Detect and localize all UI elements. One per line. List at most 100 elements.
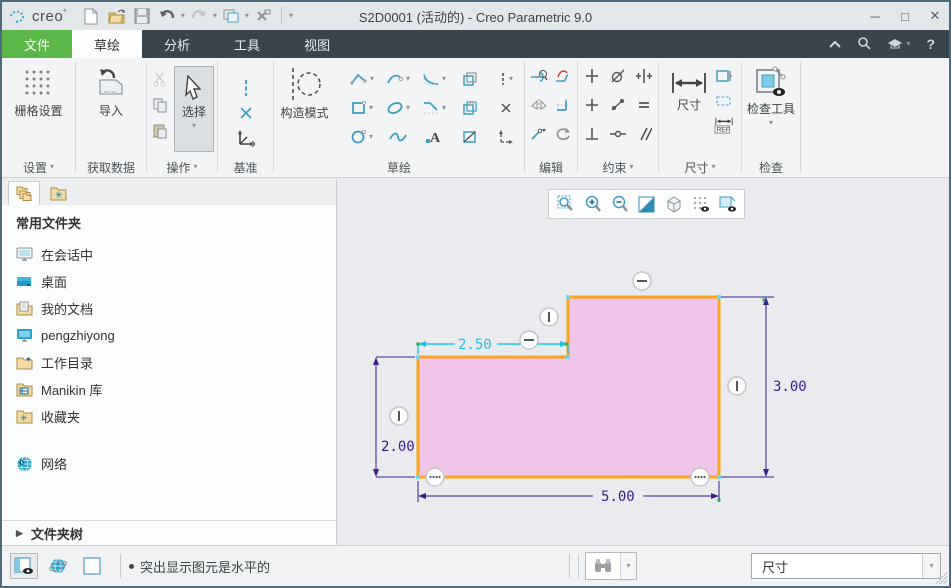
- align-midpoint-constraint-button[interactable]: [635, 68, 653, 89]
- perpendicular-constraint-button[interactable]: [584, 126, 600, 147]
- tab-analysis[interactable]: 分析: [142, 30, 212, 58]
- offset-button[interactable]: [452, 72, 488, 86]
- dim-left-value[interactable]: 2.00: [381, 439, 415, 455]
- folder-tree-bar[interactable]: ▶ 文件夹树: [2, 520, 336, 545]
- centerline-button[interactable]: [236, 79, 256, 97]
- group-label-operations[interactable]: 操作▾: [147, 157, 217, 177]
- redo-dropdown-caret[interactable]: ▾: [213, 12, 217, 20]
- dimension-button[interactable]: 尺寸: [666, 62, 712, 117]
- modify-button[interactable]: [530, 69, 548, 88]
- offset-thicken-button[interactable]: [452, 101, 488, 115]
- fillet-button[interactable]: ▾: [416, 72, 452, 86]
- maximize-button[interactable]: □: [897, 9, 913, 24]
- vertical-constraint-button[interactable]: [584, 68, 600, 89]
- horizontal-constraint-button[interactable]: [584, 97, 600, 118]
- undo-button[interactable]: [156, 5, 178, 27]
- window-resize-grip[interactable]: [935, 572, 947, 584]
- folder-item-network[interactable]: 网络: [16, 450, 336, 477]
- point-button[interactable]: [236, 104, 256, 122]
- import-button[interactable]: 导入: [90, 62, 132, 123]
- new-file-button[interactable]: [81, 5, 103, 27]
- grid-settings-button[interactable]: 栅格设置: [10, 62, 66, 123]
- windows-dropdown-caret[interactable]: ▾: [245, 12, 249, 20]
- perimeter-dimension-button[interactable]: [714, 68, 734, 86]
- save-button[interactable]: [131, 5, 153, 27]
- find-button[interactable]: [586, 553, 620, 579]
- folder-item-manikin-library[interactable]: Manikin 库: [16, 376, 336, 403]
- spline-button[interactable]: [380, 131, 416, 143]
- close-window-button[interactable]: [252, 5, 274, 27]
- construction-mode-button[interactable]: 构造模式: [274, 62, 335, 125]
- tab-view[interactable]: 视图: [282, 30, 352, 58]
- tab-tools[interactable]: 工具: [212, 30, 282, 58]
- minimize-button[interactable]: ─: [867, 9, 883, 24]
- group-label-constrain[interactable]: 约束▾: [578, 157, 658, 177]
- dim-bottom-value[interactable]: 5.00: [601, 489, 635, 505]
- redo-button[interactable]: [188, 5, 210, 27]
- folder-item-in-session[interactable]: 在会话中: [16, 241, 336, 268]
- constraint-collinear-bottom-right[interactable]: [691, 468, 709, 486]
- tab-sketch[interactable]: 草绘: [72, 30, 142, 58]
- web-browser-toggle-button[interactable]: [44, 553, 72, 579]
- coincident-constraint-button[interactable]: [609, 126, 627, 147]
- constraint-vertical-left[interactable]: [390, 407, 408, 425]
- selection-filter-combobox[interactable]: 尺寸 ▾: [751, 553, 941, 579]
- sketch-point-button[interactable]: [488, 102, 524, 114]
- rotate-resize-button[interactable]: [555, 127, 571, 146]
- constraint-vertical-right[interactable]: [728, 377, 746, 395]
- folder-item-pengzhiyong[interactable]: pengzhiyong: [16, 322, 336, 349]
- folder-item-desktop[interactable]: 桌面: [16, 268, 336, 295]
- ellipse-button[interactable]: ▾: [380, 101, 416, 115]
- constraint-horizontal-top[interactable]: [633, 272, 651, 290]
- tab-file[interactable]: 文件: [2, 30, 72, 58]
- dim-right-value[interactable]: 3.00: [773, 379, 807, 395]
- favorites-tab[interactable]: ✳: [42, 181, 74, 205]
- construction-centerline-button[interactable]: ▾: [488, 72, 524, 86]
- find-dropdown[interactable]: ▾: [620, 553, 636, 579]
- folder-item-working-directory[interactable]: ✦ 工作目录: [16, 349, 336, 376]
- delete-segment-button[interactable]: [554, 69, 572, 88]
- reference-dimension-button[interactable]: REF: [714, 116, 734, 134]
- dim-top-value[interactable]: 2.50: [458, 337, 492, 353]
- group-label-dimension[interactable]: 尺寸▾: [659, 157, 741, 177]
- sketch-canvas[interactable]: 3.00 2.00 5.00: [337, 179, 949, 545]
- circle-button[interactable]: ▾: [344, 130, 380, 144]
- mirror-button[interactable]: [531, 98, 547, 117]
- rectangle-button[interactable]: ▾: [344, 101, 380, 115]
- paste-button[interactable]: [150, 122, 170, 140]
- copy-button[interactable]: [150, 96, 170, 114]
- folder-item-my-documents[interactable]: 我的文档: [16, 295, 336, 322]
- select-button[interactable]: 选择 ▾: [174, 66, 214, 152]
- model-tree-toggle-button[interactable]: [78, 553, 106, 579]
- sketch-polygon[interactable]: [418, 297, 719, 477]
- constraint-vertical-upper[interactable]: [540, 308, 558, 326]
- chamfer-button[interactable]: ▾: [416, 101, 452, 115]
- regenerate-windows-button[interactable]: [220, 5, 242, 27]
- group-label-settings[interactable]: 设置▾: [2, 157, 75, 177]
- parallel-constraint-button[interactable]: [636, 126, 652, 147]
- folder-tree-expand-icon[interactable]: ▶: [16, 528, 23, 539]
- constraint-collinear-bottom-left[interactable]: [426, 468, 444, 486]
- midpoint-constraint-button[interactable]: [610, 97, 626, 118]
- corner-button[interactable]: [555, 98, 571, 117]
- arc-button[interactable]: ▾: [380, 72, 416, 86]
- customize-qat-caret[interactable]: ▾: [289, 12, 293, 20]
- inspect-tools-button[interactable]: 检查工具 ▾: [743, 62, 799, 131]
- open-file-button[interactable]: [106, 5, 128, 27]
- tangent-constraint-button[interactable]: [610, 68, 626, 89]
- project-button[interactable]: [452, 130, 488, 144]
- constraint-horizontal-step[interactable]: [520, 331, 538, 349]
- modify-coordinates-button[interactable]: [488, 130, 524, 144]
- text-button[interactable]: A: [416, 129, 452, 144]
- baseline-dimension-button[interactable]: [714, 92, 734, 110]
- divide-button[interactable]: [530, 127, 548, 146]
- coordinate-system-button[interactable]: [236, 129, 256, 147]
- search-icon[interactable]: [857, 36, 871, 53]
- line-chain-button[interactable]: ▾: [344, 72, 380, 86]
- cut-button[interactable]: [150, 70, 170, 88]
- navigator-toggle-button[interactable]: [10, 553, 38, 579]
- learning-connector-icon[interactable]: ▾: [887, 38, 910, 50]
- collapse-ribbon-icon[interactable]: [829, 37, 841, 51]
- help-icon[interactable]: ?: [926, 36, 935, 52]
- undo-dropdown-caret[interactable]: ▾: [181, 12, 185, 20]
